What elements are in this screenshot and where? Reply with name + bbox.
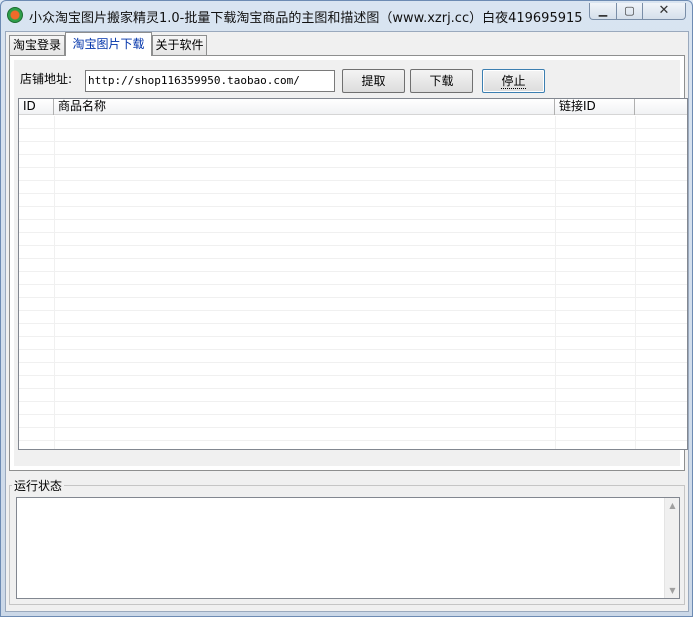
stop-button[interactable]: 停止 — [482, 69, 545, 93]
download-button[interactable]: 下载 — [410, 69, 473, 93]
window-title: 小众淘宝图片搬家精灵1.0-批量下载淘宝商品的主图和描述图（www.xzrj.c… — [29, 11, 583, 26]
status-group-label: 运行状态 — [12, 477, 65, 494]
fetch-button[interactable]: 提取 — [342, 69, 405, 93]
list-row — [19, 272, 687, 285]
status-scrollbar[interactable]: ▲ ▼ — [664, 498, 679, 598]
tab-panel-download: 店铺地址: http://shop116359950.taobao.com/ 提… — [9, 55, 688, 471]
list-row — [19, 363, 687, 376]
list-row — [19, 155, 687, 168]
list-grid-line — [54, 116, 55, 449]
list-row — [19, 376, 687, 389]
list-row — [19, 181, 687, 194]
list-row — [19, 324, 687, 337]
store-address-label: 店铺地址: — [20, 72, 73, 86]
title-bar[interactable]: 小众淘宝图片搬家精灵1.0-批量下载淘宝商品的主图和描述图（www.xzrj.c… — [1, 1, 692, 29]
column-header-link-id[interactable]: 链接ID — [555, 99, 635, 115]
close-icon: ✕ — [658, 3, 670, 18]
store-address-input[interactable]: http://shop116359950.taobao.com/ — [85, 70, 335, 92]
list-row — [19, 246, 687, 259]
column-header-id[interactable]: ID — [19, 99, 54, 115]
list-row — [19, 298, 687, 311]
list-row — [19, 129, 687, 142]
list-row — [19, 389, 687, 402]
product-list[interactable]: ID 商品名称 链接ID — [18, 98, 688, 450]
list-row — [19, 428, 687, 441]
status-log-textarea[interactable]: ▲ ▼ — [16, 497, 680, 599]
list-row — [19, 415, 687, 428]
tab-about[interactable]: 关于软件 — [152, 35, 207, 55]
client-area: 淘宝登录 关于软件 店铺地址: http://shop116359950.tao… — [5, 31, 689, 612]
close-button[interactable]: ✕ — [642, 3, 686, 20]
list-row — [19, 142, 687, 155]
scroll-down-icon[interactable]: ▼ — [665, 583, 680, 598]
scroll-up-icon[interactable]: ▲ — [665, 498, 680, 513]
list-rows — [19, 116, 687, 449]
maximize-button[interactable]: ▢ — [616, 3, 643, 20]
download-panel: 店铺地址: http://shop116359950.taobao.com/ 提… — [14, 60, 688, 466]
tab-taobao-login[interactable]: 淘宝登录 — [9, 35, 65, 55]
list-row — [19, 350, 687, 363]
list-grid-line — [635, 116, 636, 449]
app-logo-icon — [7, 7, 23, 23]
list-row — [19, 220, 687, 233]
tab-taobao-image-download[interactable]: 淘宝图片下载 — [65, 32, 152, 56]
list-header: ID 商品名称 链接ID — [19, 99, 687, 115]
column-header-product-name[interactable]: 商品名称 — [54, 99, 555, 115]
maximize-icon: ▢ — [624, 4, 635, 17]
list-row — [19, 168, 687, 181]
minimize-icon: ▁ — [598, 4, 608, 17]
minimize-button[interactable]: ▁ — [589, 3, 617, 20]
list-row — [19, 402, 687, 415]
app-window: 小众淘宝图片搬家精灵1.0-批量下载淘宝商品的主图和描述图（www.xzrj.c… — [0, 0, 693, 617]
list-row — [19, 194, 687, 207]
list-grid-line — [555, 116, 556, 449]
list-row — [19, 259, 687, 272]
list-row — [19, 311, 687, 324]
list-row — [19, 337, 687, 350]
stop-button-label: 停止 — [501, 74, 526, 89]
list-row — [19, 207, 687, 220]
list-row — [19, 116, 687, 129]
list-row — [19, 233, 687, 246]
list-row — [19, 285, 687, 298]
